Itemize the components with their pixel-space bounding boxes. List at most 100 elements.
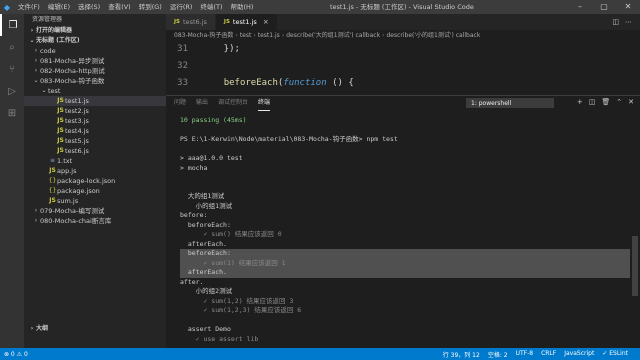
file-item[interactable]: {} package.json	[24, 186, 166, 196]
tree-item-label: 1.txt	[57, 157, 73, 165]
split-editor-icon[interactable]: ◫	[612, 18, 619, 26]
file-item[interactable]: {} package-lock.json	[24, 176, 166, 186]
editor-tab[interactable]: JS test6.js	[166, 14, 216, 30]
terminal-text: > aaa@1.0.0 test	[180, 154, 243, 162]
chevron-icon: ⌄	[33, 77, 39, 84]
menu-item[interactable]: 文件(F)	[14, 0, 44, 14]
file-item[interactable]: JS sum.js	[24, 196, 166, 206]
maximize-icon[interactable]: ▢	[592, 0, 616, 14]
file-item[interactable]: JS test4.js	[24, 126, 166, 136]
panel-tab[interactable]: 调试控制台	[218, 96, 248, 110]
file-item[interactable]: JS test5.js	[24, 136, 166, 146]
maximize-panel-icon[interactable]: ⌃	[616, 98, 622, 106]
menu-bar[interactable]: 文件(F) 编辑(E) 选择(S) 查看(V) 转到(G) 运行(R) 终端(T) 帮助(H)	[14, 0, 257, 14]
status-item[interactable]: ✓ ESLint	[602, 350, 628, 359]
add-terminal-icon[interactable]: +	[577, 98, 583, 106]
panel-tab[interactable]: 输出	[196, 96, 208, 110]
file-item[interactable]: JS test2.js	[24, 106, 166, 116]
breadcrumb-separator-icon: ›	[235, 32, 238, 39]
menu-item[interactable]: 查看(V)	[104, 0, 135, 14]
menu-item[interactable]: 运行(R)	[166, 0, 197, 14]
js-file-icon: JS	[57, 127, 64, 134]
breadcrumb-item[interactable]: 083-Mocha-钩子函数	[174, 32, 233, 39]
terminal-line: 10 passing (45ms)	[180, 116, 630, 126]
chevron-icon: ⌄	[41, 87, 47, 94]
chevron-icon: ›	[34, 207, 38, 214]
tree-item-label: package.json	[57, 187, 100, 195]
json-file-icon: {}	[48, 177, 57, 184]
tree-item-label: test	[48, 87, 61, 95]
folder-item[interactable]: › 081-Mocha-异步测试	[24, 56, 166, 66]
folder-item[interactable]: ⌄ 083-Mocha-钩子函数	[24, 76, 166, 86]
breadcrumb-item[interactable]: describe('大的组1测试') callback	[286, 32, 380, 39]
window-title: test1.js - 无标题 (工作区) - Visual Studio Cod…	[330, 3, 474, 11]
terminal-text: 小的组2测试	[180, 287, 233, 295]
code-line: 33 beforeEach(function () {	[166, 75, 640, 92]
workspace-section[interactable]: ⌄无标题 (工作区)	[24, 36, 166, 46]
bottom-panel: 问题 输出 调试控制台 终端 1: powershell + ◫ 🗑 ⌃ ✕ 10 p…	[166, 95, 640, 348]
terminal-text: ✓ sum(1,2,3) 结果应该返回 6	[180, 306, 302, 314]
breadcrumb-item[interactable]: test	[240, 32, 252, 39]
terminal-line: ✓ sum() 结果应该返回 0	[180, 230, 630, 240]
file-item[interactable]: JS app.js	[24, 166, 166, 176]
folder-item[interactable]: › code	[24, 46, 166, 56]
problems-status[interactable]: ⊗ 0 ⚠ 0	[4, 351, 28, 358]
status-item[interactable]: CRLF	[541, 350, 556, 359]
tree-item-label: package-lock.json	[57, 177, 116, 185]
close-panel-icon[interactable]: ✕	[628, 98, 634, 106]
menu-item[interactable]: 选择(S)	[74, 0, 104, 14]
status-item[interactable]: UTF-8	[516, 350, 534, 359]
breadcrumb-item[interactable]: describe('小的组1测试') callback	[386, 32, 480, 39]
panel-tab[interactable]: 终端	[258, 96, 271, 111]
source-control-icon[interactable]: ⑂	[0, 58, 24, 80]
editor-tab[interactable]: JS test1.js ×	[215, 14, 278, 30]
folder-item[interactable]: › 079-Mocha-编写测试	[24, 206, 166, 216]
terminal-text: ✓ use assert lib	[180, 334, 259, 343]
open-editors-section[interactable]: › 打开的编辑器	[24, 26, 166, 36]
panel-tab[interactable]: 问题	[174, 96, 186, 110]
js-file-icon: JS	[57, 97, 64, 104]
outline-section[interactable]: › 大纲	[24, 324, 48, 334]
run-debug-icon[interactable]: ▷	[0, 80, 24, 102]
split-terminal-icon[interactable]: ◫	[589, 98, 596, 106]
code-editor[interactable]: 31 });3233 beforeEach(function () {34 co…	[166, 41, 640, 105]
code-text: });	[202, 44, 240, 54]
menu-item[interactable]: 帮助(H)	[226, 0, 257, 14]
minimize-icon[interactable]: –	[568, 0, 592, 14]
status-item[interactable]: 空格: 2	[488, 350, 508, 359]
more-actions-icon[interactable]: ⋯	[625, 18, 632, 26]
terminal-scrollbar[interactable]	[632, 236, 638, 296]
menu-item[interactable]: 转到(G)	[135, 0, 166, 14]
file-item[interactable]: JS test1.js	[24, 96, 166, 106]
js-file-icon: JS	[49, 197, 56, 204]
terminal-text: afterEach.	[180, 239, 227, 248]
title-bar: ◆ 文件(F) 编辑(E) 选择(S) 查看(V) 转到(G) 运行(R) 终端(T) 帮助(…	[0, 0, 640, 14]
terminal-line: assert Demo	[180, 325, 630, 335]
status-item[interactable]: JavaScript	[564, 350, 594, 359]
file-item[interactable]: JS test6.js	[24, 146, 166, 156]
json-file-icon: {}	[48, 187, 57, 194]
close-tab-icon[interactable]: ×	[263, 14, 269, 30]
close-icon[interactable]: ✕	[616, 0, 640, 14]
file-item[interactable]: ≡ 1.txt	[24, 156, 166, 166]
extensions-icon[interactable]: ⊞	[0, 102, 24, 124]
folder-item[interactable]: ⌄ test	[24, 86, 166, 96]
search-icon[interactable]: ⌕	[0, 36, 24, 58]
terminal-text: ✓ sum() 结果应该返回 0	[180, 230, 282, 238]
trash-icon[interactable]: 🗑	[601, 98, 610, 106]
file-item[interactable]: JS test3.js	[24, 116, 166, 126]
menu-item[interactable]: 编辑(E)	[44, 0, 74, 14]
code-line: 31 });	[166, 41, 640, 58]
window-controls[interactable]: – ▢ ✕	[568, 0, 640, 14]
breadcrumb-item[interactable]: test1.js	[258, 32, 280, 39]
folder-item[interactable]: › 082-Mocha-http测试	[24, 66, 166, 76]
line-number: 31	[177, 44, 188, 54]
status-item[interactable]: 行 39，列 12	[443, 350, 480, 359]
terminal-output[interactable]: 10 passing (45ms) PS E:\1-Kerwin\Node\mat…	[180, 116, 630, 344]
explorer-icon[interactable]: ❐	[0, 14, 24, 36]
menu-item[interactable]: 终端(T)	[196, 0, 226, 14]
terminal-select[interactable]: 1: powershell	[466, 98, 554, 108]
breadcrumb[interactable]: 083-Mocha-钩子函数 › test › test1.js › describe('大…	[166, 30, 640, 41]
folder-item[interactable]: › 080-Mocha-chai断言库	[24, 216, 166, 226]
